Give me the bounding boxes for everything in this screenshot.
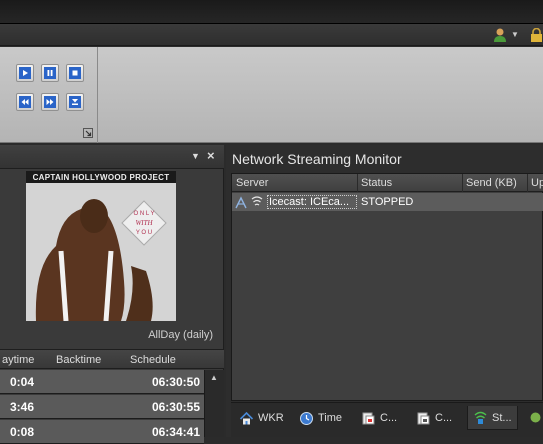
play-button[interactable] bbox=[16, 64, 34, 82]
dialog-launcher-icon[interactable] bbox=[83, 128, 93, 138]
schedule-cell: 06:30:50 bbox=[151, 375, 200, 389]
user-icon[interactable] bbox=[493, 27, 507, 43]
column-playtime[interactable]: aytime bbox=[2, 354, 34, 366]
album-art-image: O N L Y WITH Y O U bbox=[26, 171, 176, 321]
overflow-tab-icon[interactable] bbox=[528, 410, 543, 425]
album-cover: O N L Y WITH Y O U CAPTAIN HOLLYWOOD PRO… bbox=[26, 171, 176, 321]
rotation-label: AllDay (daily) bbox=[148, 329, 213, 341]
table-row[interactable]: 0:04 06:30:50 bbox=[0, 370, 204, 394]
bottom-tab-strip: WKR Time C... C... St... bbox=[231, 402, 543, 437]
table-header: Server Status Send (KB) Up bbox=[232, 174, 543, 192]
lock-icon[interactable] bbox=[530, 28, 543, 42]
column-status[interactable]: Status bbox=[361, 177, 392, 189]
cover-badge-line-2: WITH bbox=[135, 219, 153, 227]
rewind-button[interactable] bbox=[16, 93, 34, 111]
pause-icon bbox=[44, 67, 56, 79]
table-row[interactable]: Icecast: ICEca... STOPPED bbox=[232, 193, 543, 211]
playlist-header: aytime Backtime Schedule bbox=[0, 349, 224, 369]
chevron-down-icon[interactable]: ▼ bbox=[511, 30, 519, 39]
column-schedule[interactable]: Schedule bbox=[130, 354, 176, 366]
rewind-icon bbox=[19, 96, 31, 108]
signal-icon bbox=[251, 196, 263, 206]
tab-cart-2[interactable]: C... bbox=[411, 406, 457, 430]
cart-icon bbox=[417, 412, 430, 424]
tab-streaming[interactable]: St... bbox=[467, 406, 518, 430]
column-up[interactable]: Up bbox=[531, 177, 543, 189]
pin-dropdown-icon[interactable]: ▼ bbox=[191, 151, 200, 161]
now-playing-panel: ▼ × O N L Y WITH Y O U CAPTAIN HOLLYWOOD… bbox=[0, 145, 224, 444]
skip-down-icon bbox=[69, 96, 81, 108]
network-streaming-monitor-panel: Network Streaming Monitor Server Status … bbox=[226, 145, 543, 437]
cover-title: CAPTAIN HOLLYWOOD PROJECT bbox=[32, 173, 170, 182]
schedule-cell: 06:30:55 bbox=[151, 400, 200, 414]
column-send-kb[interactable]: Send (KB) bbox=[466, 177, 517, 189]
player-controls-group bbox=[0, 47, 98, 143]
play-icon bbox=[19, 67, 31, 79]
close-icon[interactable]: × bbox=[207, 148, 215, 163]
column-divider[interactable] bbox=[462, 174, 463, 192]
cart-icon bbox=[362, 412, 375, 424]
stop-icon bbox=[69, 67, 81, 79]
fast-forward-button[interactable] bbox=[41, 93, 59, 111]
vertical-scrollbar[interactable]: ▲ bbox=[204, 370, 224, 437]
cover-badge-line-3: Y O U bbox=[136, 230, 152, 236]
status-cell: STOPPED bbox=[361, 196, 414, 208]
home-icon bbox=[239, 411, 254, 424]
stream-table: Server Status Send (KB) Up Icecast: ICEc… bbox=[231, 173, 543, 401]
panel-header: ▼ × bbox=[0, 145, 224, 169]
ribbon bbox=[0, 47, 543, 143]
tab-label: WKR bbox=[258, 412, 284, 424]
fast-forward-icon bbox=[44, 96, 56, 108]
table-row[interactable]: 0:08 06:34:41 bbox=[0, 420, 204, 444]
stream-icon bbox=[474, 411, 487, 424]
tab-label: St... bbox=[492, 411, 512, 424]
cover-badge-line-1: O N L Y bbox=[133, 211, 154, 217]
tab-time[interactable]: Time bbox=[294, 406, 347, 430]
tab-wkr[interactable]: WKR bbox=[234, 406, 289, 430]
scroll-up-icon[interactable]: ▲ bbox=[210, 373, 218, 382]
server-cell: Icecast: ICEca... bbox=[267, 195, 357, 209]
playtime-cell: 3:46 bbox=[9, 400, 34, 414]
playtime-cell: 0:04 bbox=[9, 375, 34, 389]
column-server[interactable]: Server bbox=[236, 177, 268, 189]
table-row[interactable]: 3:46 06:30:55 bbox=[0, 395, 204, 419]
tab-label: C... bbox=[380, 412, 398, 424]
panel-title: Network Streaming Monitor bbox=[232, 151, 402, 167]
pause-button[interactable] bbox=[41, 64, 59, 82]
skip-down-button[interactable] bbox=[66, 93, 84, 111]
server-icon bbox=[235, 196, 247, 209]
title-bar bbox=[0, 0, 543, 24]
menu-bar: ▼ bbox=[0, 24, 543, 46]
column-divider[interactable] bbox=[357, 174, 358, 192]
clock-icon bbox=[300, 411, 313, 425]
column-divider[interactable] bbox=[527, 174, 528, 192]
stop-button[interactable] bbox=[66, 64, 84, 82]
tab-label: Time bbox=[318, 412, 343, 424]
tab-cart-1[interactable]: C... bbox=[356, 406, 402, 430]
column-backtime[interactable]: Backtime bbox=[56, 354, 101, 366]
tab-label: C... bbox=[435, 412, 453, 424]
